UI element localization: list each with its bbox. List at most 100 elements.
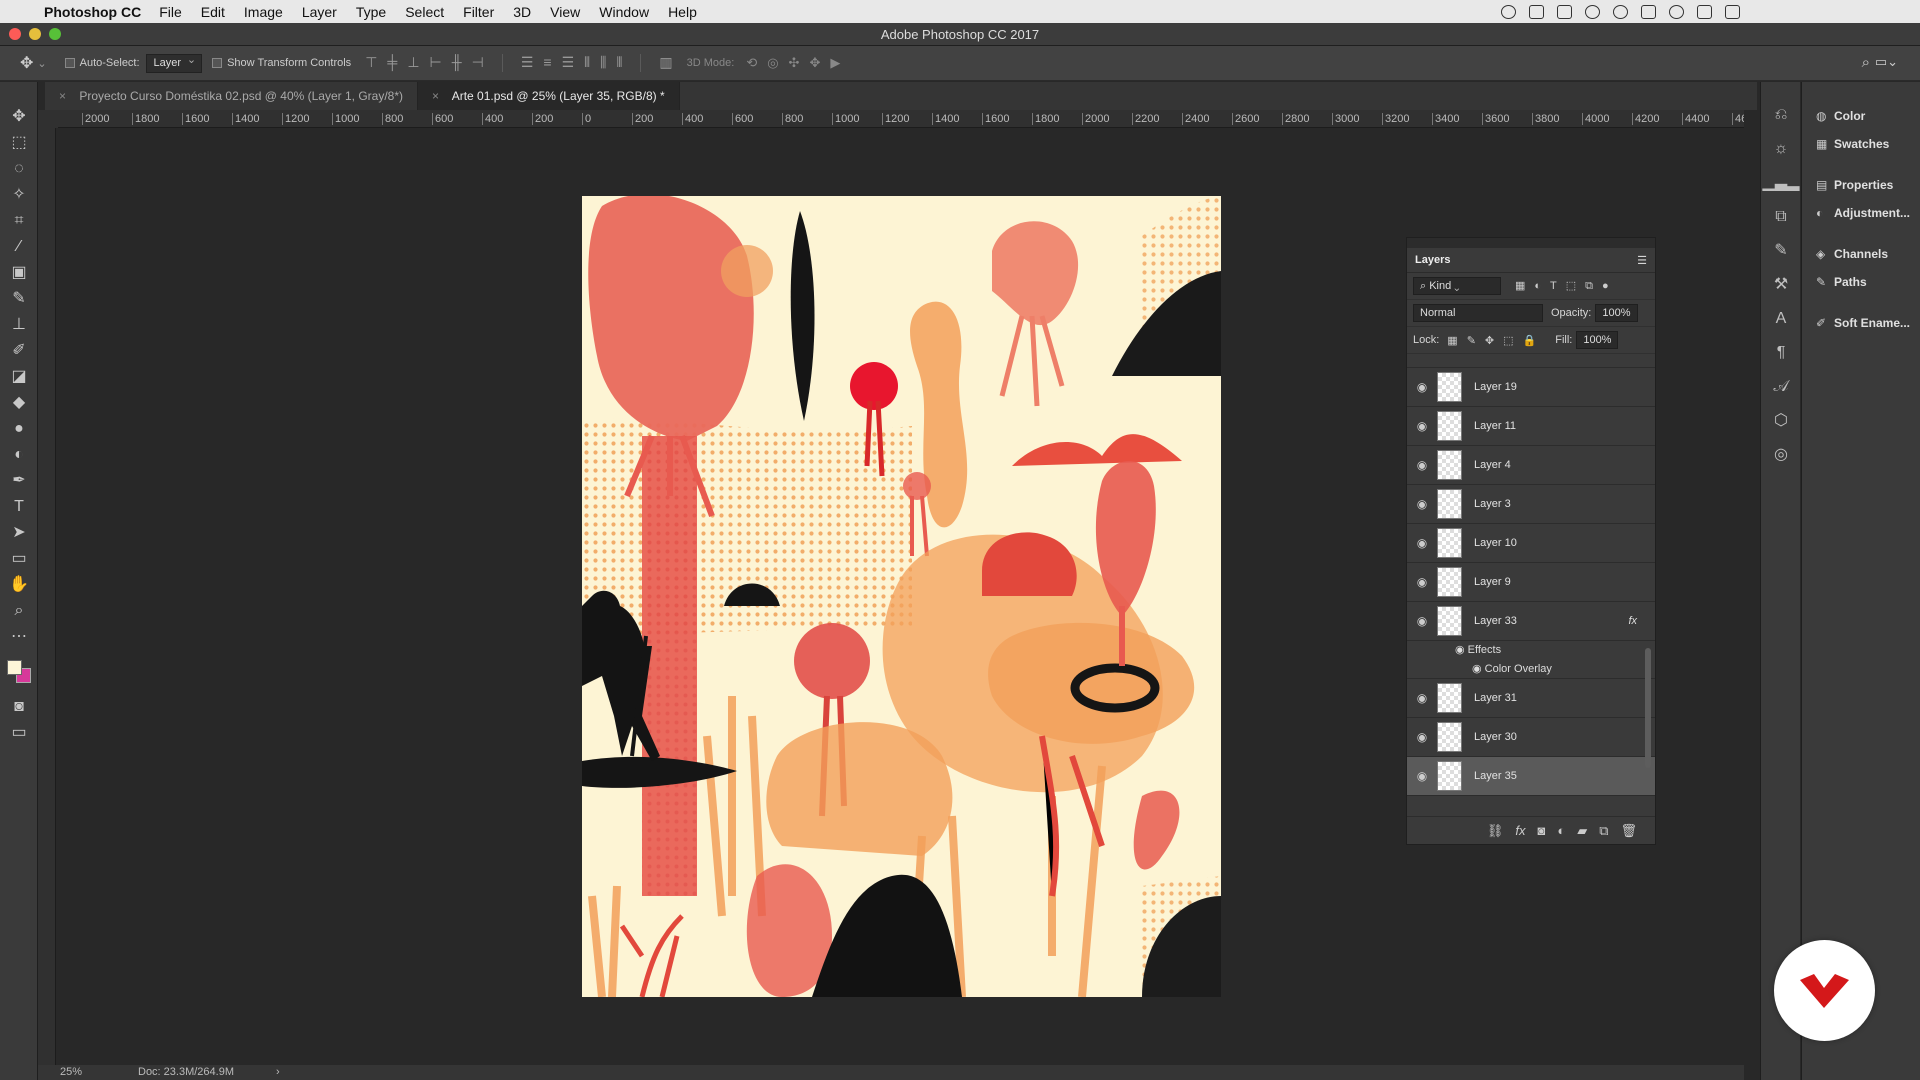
status-menu-arrow[interactable]: › bbox=[276, 1065, 280, 1080]
link-layers-icon[interactable]: ⛓ bbox=[1487, 823, 1504, 839]
layer-row[interactable]: ◉ Layer 33 fx bbox=[1407, 602, 1655, 641]
tool-presets-icon[interactable]: ⚒ bbox=[1761, 268, 1801, 302]
tool-preset-chevron-icon[interactable]: ⌄ bbox=[37, 57, 46, 70]
layers-scrollbar[interactable] bbox=[1645, 648, 1651, 768]
effects-row[interactable]: ◉ Effects bbox=[1407, 641, 1655, 660]
opacity-input[interactable]: 100% bbox=[1595, 304, 1638, 322]
move-tool-icon[interactable]: ✥ bbox=[0, 104, 38, 130]
panel-properties[interactable]: ▤ Properties bbox=[1802, 171, 1920, 199]
layer-row[interactable]: ◉ Layer 19 bbox=[1407, 368, 1655, 407]
move-tool-icon[interactable]: ✥ bbox=[20, 53, 33, 73]
auto-select-dropdown[interactable]: Layer bbox=[145, 52, 203, 73]
marquee-tool-icon[interactable]: ⬚ bbox=[0, 130, 38, 156]
align-vcenter-icon[interactable]: ╪ bbox=[387, 54, 397, 72]
paragraph-icon[interactable]: ¶ bbox=[1761, 336, 1801, 370]
panel-drag-bar[interactable] bbox=[1407, 238, 1655, 248]
libraries-icon[interactable]: ◎ bbox=[1761, 438, 1801, 472]
history-icon[interactable]: ⎌ bbox=[1761, 98, 1801, 132]
align-bottom-icon[interactable]: ⊥ bbox=[407, 54, 419, 72]
screen-mode-icon[interactable]: ▭ bbox=[0, 720, 38, 746]
menu-filter[interactable]: Filter bbox=[463, 4, 494, 20]
menu-image[interactable]: Image bbox=[244, 4, 283, 20]
dropbox-icon[interactable] bbox=[1557, 4, 1572, 19]
histogram-icon[interactable]: ▁▃▂ bbox=[1761, 166, 1801, 200]
visibility-eye-icon[interactable]: ◉ bbox=[1407, 458, 1437, 472]
color-swatches[interactable] bbox=[0, 650, 37, 694]
stamp-tool-icon[interactable]: ⊥ bbox=[0, 312, 38, 338]
minimize-window-icon[interactable] bbox=[29, 28, 41, 40]
quick-mask-icon[interactable]: ◙ bbox=[0, 694, 38, 720]
creative-cloud-icon[interactable] bbox=[1585, 4, 1600, 19]
new-layer-icon[interactable]: ⧉ bbox=[1599, 823, 1608, 839]
align-hcenter-icon[interactable]: ╫ bbox=[452, 54, 462, 72]
menu-edit[interactable]: Edit bbox=[201, 4, 225, 20]
color-overlay-row[interactable]: ◉ Color Overlay bbox=[1407, 660, 1655, 679]
layer-row[interactable]: ◉ Layer 10 bbox=[1407, 524, 1655, 563]
time-machine-icon[interactable] bbox=[1613, 4, 1628, 19]
more-tools-icon[interactable]: ⋯ bbox=[0, 624, 38, 650]
filter-type-icons[interactable]: ▦◐T⬚⧉● bbox=[1515, 279, 1618, 293]
zoom-tool-icon[interactable]: ⌕ bbox=[0, 598, 38, 624]
menu-file[interactable]: File bbox=[159, 4, 182, 20]
layer-row[interactable]: ◉ Layer 3 bbox=[1407, 485, 1655, 524]
canvas-artwork[interactable] bbox=[582, 196, 1221, 997]
layer-row[interactable]: ◉ Layer 30 bbox=[1407, 718, 1655, 757]
hand-tool-icon[interactable]: ✋ bbox=[0, 572, 38, 598]
menu-app-name[interactable]: Photoshop CC bbox=[44, 4, 141, 20]
auto-align-icon[interactable]: ▥ bbox=[659, 54, 672, 72]
align-right-icon[interactable]: ⊣ bbox=[472, 54, 484, 72]
path-select-tool-icon[interactable]: ➤ bbox=[0, 520, 38, 546]
fx-badge[interactable]: fx bbox=[1628, 615, 1637, 627]
distribute-vcenter-icon[interactable]: ≡ bbox=[543, 54, 551, 72]
3d-mode-icons[interactable]: ⟲◎✣✥▶ bbox=[746, 55, 850, 71]
filter-kind-dropdown[interactable]: ⌕ Kind ⌄ bbox=[1413, 277, 1501, 295]
blend-mode-dropdown[interactable]: Normal bbox=[1413, 304, 1543, 322]
visibility-eye-icon[interactable]: ◉ bbox=[1407, 419, 1437, 433]
visibility-eye-icon[interactable]: ◉ bbox=[1472, 663, 1482, 675]
panel-swatches[interactable]: ▦ Swatches bbox=[1802, 130, 1920, 158]
3d-icon[interactable]: ⬡ bbox=[1761, 404, 1801, 438]
close-window-icon[interactable] bbox=[9, 28, 21, 40]
visibility-eye-icon[interactable]: ◉ bbox=[1407, 380, 1437, 394]
layer-row[interactable]: ◉ Layer 11 bbox=[1407, 407, 1655, 446]
bucket-tool-icon[interactable]: ◆ bbox=[0, 390, 38, 416]
layer-row[interactable]: ◉ Layer 31 bbox=[1407, 679, 1655, 718]
window-icon[interactable] bbox=[1529, 4, 1544, 19]
foreground-color-swatch[interactable] bbox=[7, 660, 22, 675]
trash-icon[interactable]: 🗑 bbox=[1620, 823, 1637, 839]
add-mask-icon[interactable]: ◙ bbox=[1537, 823, 1545, 838]
search-icon[interactable]: ⌕ bbox=[1862, 54, 1870, 71]
workspace-icon[interactable]: ▭⌄ bbox=[1875, 54, 1898, 70]
layer-row[interactable]: ◉ Layer 4 bbox=[1407, 446, 1655, 485]
auto-select-checkbox[interactable] bbox=[64, 58, 75, 68]
eyedropper-tool-icon[interactable]: ⁄ bbox=[0, 234, 38, 260]
history-brush-icon[interactable]: ✐ bbox=[0, 338, 38, 364]
align-left-icon[interactable]: ⊢ bbox=[430, 54, 442, 72]
bluetooth-icon[interactable] bbox=[1641, 4, 1656, 19]
character-icon[interactable]: A bbox=[1761, 302, 1801, 336]
visibility-eye-icon[interactable]: ◉ bbox=[1407, 691, 1437, 705]
visibility-eye-icon[interactable]: ◉ bbox=[1407, 730, 1437, 744]
adjustment-layer-icon[interactable]: ◐ bbox=[1557, 823, 1565, 838]
close-tab-icon[interactable]: × bbox=[59, 89, 66, 103]
transform-controls-checkbox[interactable] bbox=[212, 58, 223, 68]
blur-tool-icon[interactable]: ● bbox=[0, 416, 38, 442]
panel-channels[interactable]: ◈ Channels bbox=[1802, 240, 1920, 268]
type-tool-icon[interactable]: T bbox=[0, 494, 38, 520]
visibility-eye-icon[interactable]: ◉ bbox=[1407, 536, 1437, 550]
visibility-eye-icon[interactable]: ◉ bbox=[1407, 769, 1437, 783]
dodge-tool-icon[interactable]: ◐ bbox=[0, 442, 38, 468]
brightness-icon[interactable]: ☼ bbox=[1761, 132, 1801, 166]
eraser-tool-icon[interactable]: ◪ bbox=[0, 364, 38, 390]
add-style-icon[interactable]: fx bbox=[1515, 823, 1525, 838]
align-top-icon[interactable]: ⊤ bbox=[365, 54, 377, 72]
layers-tab[interactable]: Layers bbox=[1415, 254, 1450, 266]
menu-3d[interactable]: 3D bbox=[513, 4, 531, 20]
layer-row[interactable]: ◉ Layer 9 bbox=[1407, 563, 1655, 602]
panel-soft-enamel[interactable]: ✐ Soft Ename... bbox=[1802, 309, 1920, 337]
distribute-left-icon[interactable]: ⫴ bbox=[584, 54, 590, 72]
shape-tool-icon[interactable]: ▭ bbox=[0, 546, 38, 572]
visibility-eye-icon[interactable]: ◉ bbox=[1455, 644, 1465, 656]
magic-wand-tool-icon[interactable]: ✧ bbox=[0, 182, 38, 208]
panel-adjustments[interactable]: ◐ Adjustment... bbox=[1802, 199, 1920, 227]
